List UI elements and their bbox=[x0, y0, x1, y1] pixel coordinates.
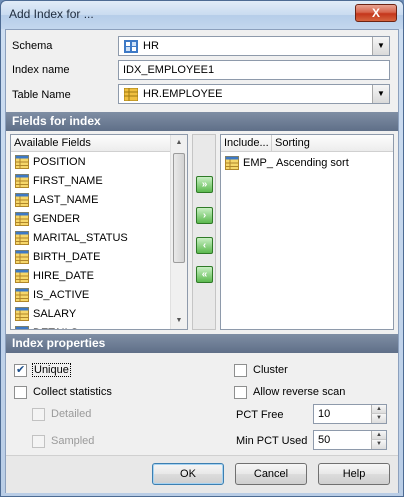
list-item-label: DETAILS bbox=[33, 327, 78, 329]
list-item-label: GENDER bbox=[33, 213, 81, 225]
available-fields-scrollbar[interactable]: ▲ ▼ bbox=[170, 135, 187, 329]
spin-down-icon[interactable]: ▼ bbox=[371, 440, 386, 449]
field-icon bbox=[15, 155, 29, 169]
field-icon bbox=[15, 231, 29, 245]
list-item[interactable]: FIRST_NAME bbox=[11, 172, 187, 191]
list-item[interactable]: HIRE_DATE bbox=[11, 267, 187, 286]
field-icon bbox=[15, 269, 29, 283]
available-fields-list[interactable]: Available Fields POSITION FIRST_NAME LAST_… bbox=[10, 134, 188, 330]
index-name-input[interactable]: IDX_EMPLOYEE1 bbox=[118, 60, 390, 80]
detailed-label: Detailed bbox=[51, 408, 92, 420]
pct-free-label: PCT Free bbox=[236, 409, 284, 421]
unique-check-icon bbox=[14, 363, 27, 377]
remove-all-fields-button[interactable]: « bbox=[196, 266, 213, 283]
index-name-value: IDX_EMPLOYEE1 bbox=[123, 64, 215, 76]
list-item-label: SALARY bbox=[33, 308, 77, 320]
field-icon bbox=[15, 307, 29, 321]
schema-icon bbox=[124, 40, 138, 53]
dialog-body: Schema HR ▼ Index name IDX_EMPLOYEE1 Tab… bbox=[5, 29, 399, 493]
list-item[interactable]: SALARY bbox=[11, 305, 187, 324]
button-bar: OK Cancel Help bbox=[6, 455, 398, 493]
remove-field-button[interactable]: ‹ bbox=[196, 237, 213, 254]
list-item[interactable]: POSITION bbox=[11, 153, 187, 172]
list-item-label: IS_ACTIVE bbox=[33, 289, 90, 301]
cluster-box bbox=[234, 364, 247, 377]
table-row[interactable]: EMP_ Ascending sort bbox=[221, 154, 393, 173]
close-button[interactable]: X bbox=[355, 4, 397, 22]
sorting-column-header[interactable]: Sorting bbox=[272, 135, 393, 152]
add-all-fields-button[interactable]: » bbox=[196, 176, 213, 193]
list-item[interactable]: BIRTH_DATE bbox=[11, 248, 187, 267]
schema-combo[interactable]: HR ▼ bbox=[118, 36, 390, 56]
unique-label: Unique bbox=[32, 363, 71, 377]
cancel-button[interactable]: Cancel bbox=[235, 463, 307, 485]
table-name-combo[interactable]: HR.EMPLOYEE ▼ bbox=[118, 84, 390, 104]
pct-free-spinner[interactable]: 10 ▲ ▼ bbox=[313, 404, 387, 424]
field-icon bbox=[15, 288, 29, 302]
list-item-label: BIRTH_DATE bbox=[33, 251, 101, 263]
scroll-down-icon[interactable]: ▼ bbox=[171, 313, 187, 329]
table-name-label: Table Name bbox=[12, 89, 71, 101]
min-pct-used-spinner[interactable]: 50 ▲ ▼ bbox=[313, 430, 387, 450]
available-fields-header[interactable]: Available Fields bbox=[11, 135, 171, 152]
chevron-down-icon[interactable]: ▼ bbox=[372, 37, 389, 55]
ok-button[interactable]: OK bbox=[152, 463, 224, 485]
detailed-box bbox=[32, 408, 45, 421]
list-item[interactable]: DETAILS bbox=[11, 324, 187, 329]
list-item[interactable]: LAST_NAME bbox=[11, 191, 187, 210]
min-pct-used-label: Min PCT Used bbox=[236, 435, 308, 447]
field-icon bbox=[15, 193, 29, 207]
fields-section-header: Fields for index bbox=[6, 112, 398, 131]
min-pct-used-value: 50 bbox=[318, 434, 331, 446]
title-bar[interactable]: Add Index for ... X bbox=[1, 1, 403, 29]
table-icon bbox=[124, 88, 138, 101]
help-button[interactable]: Help bbox=[318, 463, 390, 485]
list-item[interactable]: IS_ACTIVE bbox=[11, 286, 187, 305]
allow-reverse-scan-box bbox=[234, 386, 247, 399]
list-item-label: FIRST_NAME bbox=[33, 175, 103, 187]
schema-label: Schema bbox=[12, 40, 53, 52]
chevron-down-icon[interactable]: ▼ bbox=[372, 85, 389, 103]
field-mover-panel: » › ‹ « bbox=[192, 134, 216, 330]
field-icon bbox=[15, 326, 29, 329]
cluster-label: Cluster bbox=[253, 364, 288, 376]
add-field-button[interactable]: › bbox=[196, 207, 213, 224]
table-name-value: HR.EMPLOYEE bbox=[143, 88, 223, 100]
included-column-header[interactable]: Include... bbox=[221, 135, 272, 152]
window-title: Add Index for ... bbox=[9, 7, 94, 21]
list-item-label: POSITION bbox=[33, 156, 86, 168]
field-icon bbox=[225, 156, 239, 170]
allow-reverse-scan-label: Allow reverse scan bbox=[253, 386, 346, 398]
list-item-label: HIRE_DATE bbox=[33, 270, 94, 282]
scroll-thumb[interactable] bbox=[173, 153, 185, 263]
index-name-label: Index name bbox=[12, 64, 70, 76]
spin-up-icon[interactable]: ▲ bbox=[371, 405, 386, 414]
spin-up-icon[interactable]: ▲ bbox=[371, 431, 386, 440]
included-field-name: EMP_ bbox=[243, 157, 273, 169]
add-index-dialog: Add Index for ... X Schema HR ▼ Index na… bbox=[0, 0, 404, 497]
properties-section-header: Index properties bbox=[6, 334, 398, 353]
sampled-label: Sampled bbox=[51, 435, 95, 447]
pct-free-value: 10 bbox=[318, 408, 331, 420]
collect-statistics-label: Collect statistics bbox=[33, 386, 112, 398]
included-fields-list[interactable]: Include... Sorting EMP_ Ascending sort bbox=[220, 134, 394, 330]
list-item[interactable]: MARITAL_STATUS bbox=[11, 229, 187, 248]
collect-statistics-box bbox=[14, 386, 27, 399]
scroll-up-icon[interactable]: ▲ bbox=[171, 135, 187, 151]
field-icon bbox=[15, 250, 29, 264]
list-item-label: MARITAL_STATUS bbox=[33, 232, 128, 244]
included-field-sorting: Ascending sort bbox=[276, 157, 349, 169]
list-item[interactable]: GENDER bbox=[11, 210, 187, 229]
spin-down-icon[interactable]: ▼ bbox=[371, 414, 386, 423]
field-icon bbox=[15, 174, 29, 188]
field-icon bbox=[15, 212, 29, 226]
list-item-label: LAST_NAME bbox=[33, 194, 99, 206]
schema-value: HR bbox=[143, 40, 159, 52]
sampled-box bbox=[32, 435, 45, 448]
